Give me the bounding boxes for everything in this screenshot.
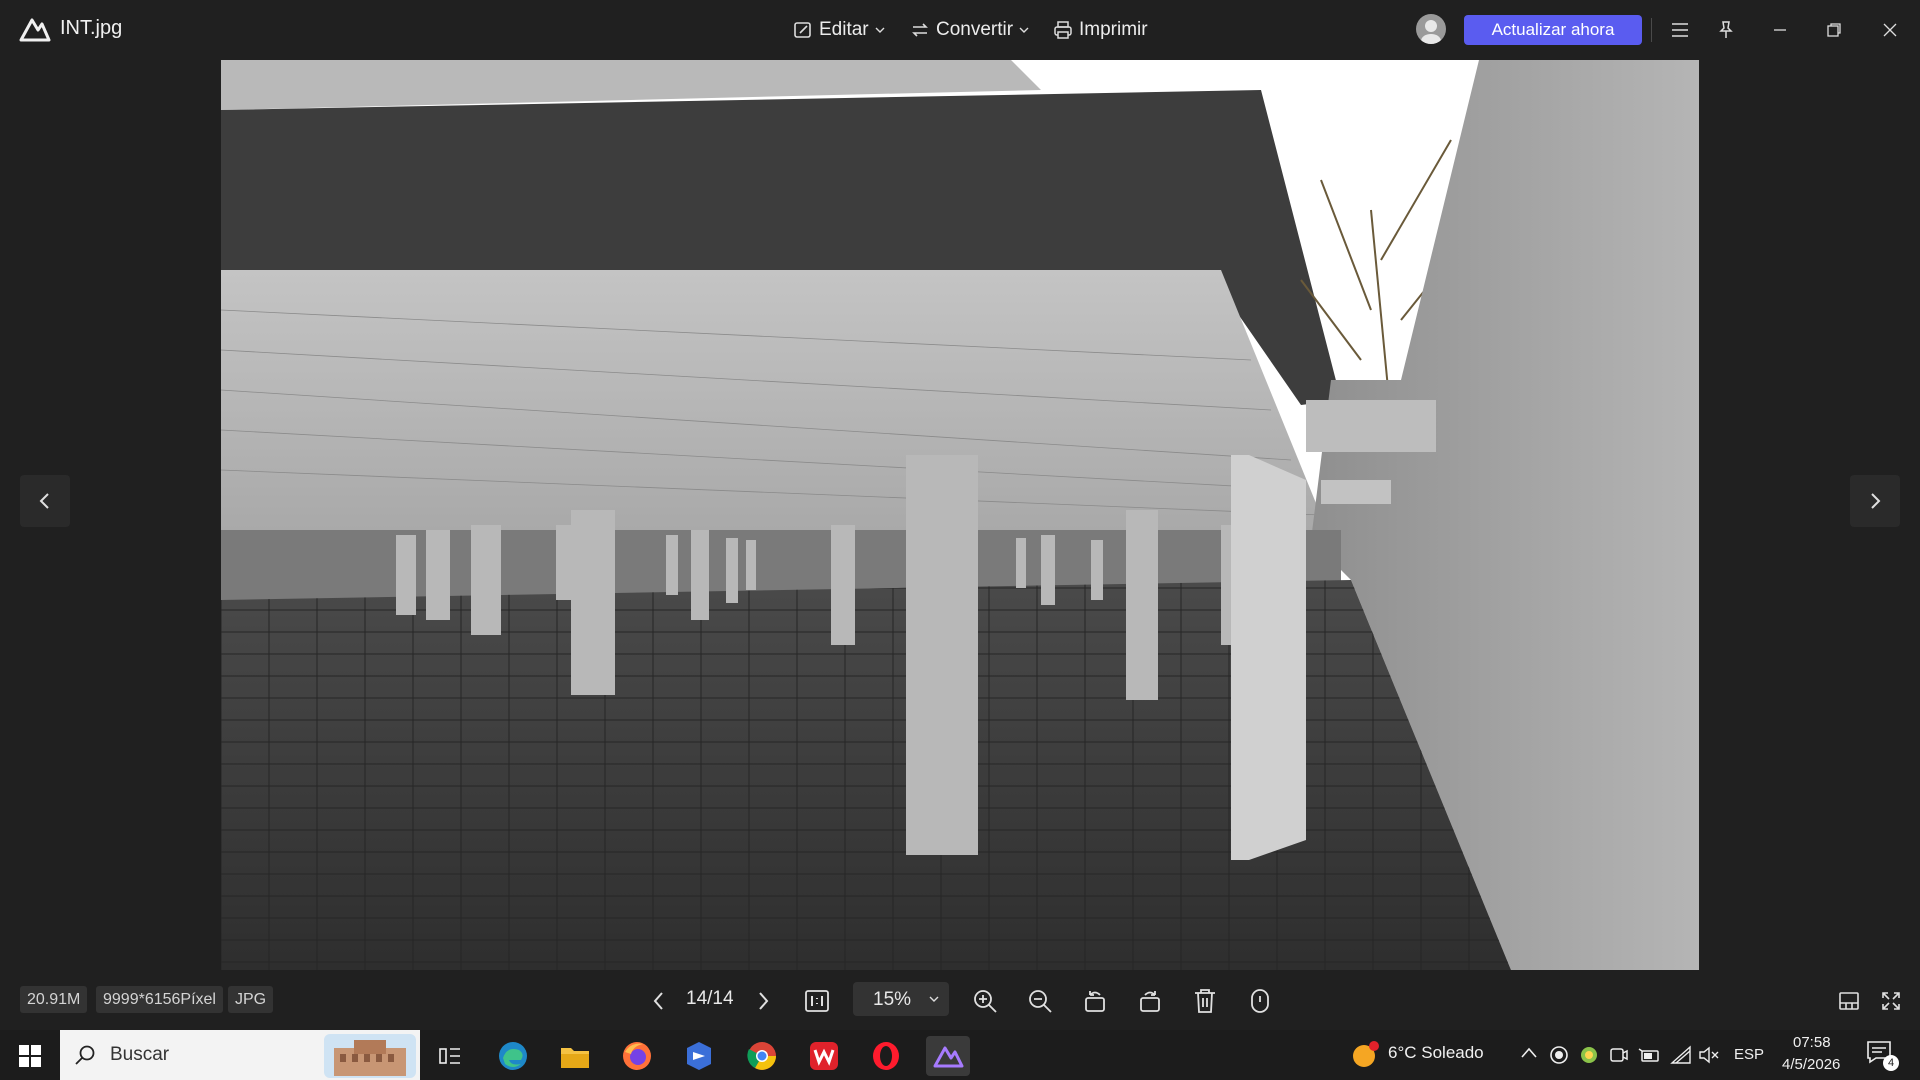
wps-icon (810, 1042, 838, 1070)
opera-icon (873, 1042, 899, 1070)
info-button[interactable] (1245, 986, 1275, 1016)
clock-date[interactable]: 4/5/2026 (1782, 1056, 1840, 1073)
chevron-down-icon (875, 27, 885, 33)
file-explorer-icon (561, 1048, 589, 1068)
notification-count-badge: 4 (1883, 1055, 1899, 1071)
menu-icon[interactable] (1666, 16, 1694, 44)
page-counter: 14/14 (686, 988, 734, 1009)
battery-icon[interactable] (1638, 1045, 1660, 1065)
search-icon (75, 1045, 95, 1065)
start-button[interactable] (8, 1036, 52, 1076)
architectural-render (221, 60, 1699, 970)
app-tray-icon[interactable] (1579, 1045, 1599, 1065)
bottom-toolbar (0, 970, 1920, 1030)
next-page-button[interactable] (748, 986, 778, 1016)
rotate-left-button[interactable] (1080, 986, 1110, 1016)
task-view-button[interactable] (428, 1036, 472, 1076)
weather-text[interactable]: 6°C Soleado (1388, 1043, 1484, 1063)
next-page-icon (759, 992, 769, 1010)
record-icon[interactable] (1549, 1045, 1569, 1065)
actual-size-button[interactable] (802, 986, 832, 1016)
delete-button[interactable] (1190, 986, 1220, 1016)
thumbnail-view-button[interactable] (1834, 986, 1864, 1016)
opera-button[interactable] (864, 1036, 908, 1076)
photo-viewer-button[interactable] (926, 1036, 970, 1076)
title-bar: INT.jpg Editar Convertir Imprimir Actual… (0, 0, 1920, 60)
zoom-in-icon (974, 990, 997, 1013)
prev-image-icon (39, 493, 49, 509)
displayed-image[interactable] (221, 60, 1699, 970)
edge-icon (499, 1042, 527, 1070)
search-highlight-image (324, 1034, 416, 1078)
firefox-button[interactable] (615, 1036, 659, 1076)
photo-viewer-icon (933, 1046, 964, 1068)
file-explorer-button[interactable] (553, 1036, 597, 1076)
info-icon (1251, 989, 1269, 1013)
rotate-right-icon (1140, 991, 1160, 1012)
edit-icon (794, 22, 811, 38)
edit-menu-button[interactable]: Editar (793, 14, 885, 46)
firefox-icon (623, 1042, 651, 1070)
next-image-icon (1871, 493, 1881, 509)
copilot-icon (687, 1042, 711, 1070)
image-format-badge: JPG (228, 986, 274, 1013)
convert-menu-button[interactable]: Convertir (910, 14, 1029, 46)
chrome-button[interactable] (740, 1036, 784, 1076)
wps-button[interactable] (802, 1036, 846, 1076)
file-name: INT.jpg (60, 17, 123, 39)
toolbar-divider (1651, 18, 1652, 42)
zoom-in-button[interactable] (970, 986, 1000, 1016)
print-label: Imprimir (1079, 19, 1148, 40)
next-image-button[interactable] (1850, 475, 1900, 527)
prev-page-button[interactable] (644, 986, 674, 1016)
volume-muted-icon[interactable] (1698, 1045, 1720, 1065)
print-button[interactable]: Imprimir (1053, 14, 1148, 46)
prev-image-button[interactable] (20, 475, 70, 527)
print-icon (1054, 21, 1072, 39)
language-indicator[interactable]: ESP (1734, 1046, 1764, 1063)
image-dimensions-badge: 9999*6156Píxel (96, 986, 223, 1013)
camera-icon[interactable] (1609, 1045, 1629, 1065)
zoom-out-icon (1029, 990, 1052, 1013)
fullscreen-icon (1882, 992, 1900, 1010)
chrome-icon (747, 1042, 776, 1070)
search-placeholder: Buscar (110, 1044, 170, 1065)
upgrade-button[interactable]: Actualizar ahora (1464, 15, 1642, 45)
pin-icon[interactable] (1712, 16, 1740, 44)
chevron-up-icon[interactable] (1520, 1046, 1538, 1060)
avatar-icon[interactable] (1416, 14, 1446, 44)
wifi-icon[interactable] (1670, 1045, 1692, 1065)
convert-menu-label: Convertir (936, 19, 1014, 40)
delete-icon (1195, 989, 1215, 1013)
actual-size-icon (805, 990, 829, 1012)
copilot-button[interactable] (677, 1036, 721, 1076)
edit-menu-label: Editar (819, 19, 869, 40)
close-icon[interactable] (1876, 16, 1904, 44)
zoom-out-button[interactable] (1025, 986, 1055, 1016)
windows-start-icon (19, 1045, 41, 1067)
chevron-down-icon (929, 996, 939, 1002)
edge-button[interactable] (491, 1036, 535, 1076)
minimize-icon[interactable] (1766, 16, 1794, 44)
fullscreen-button[interactable] (1876, 986, 1906, 1016)
rotate-right-button[interactable] (1135, 986, 1165, 1016)
weather-icon (1353, 1041, 1379, 1067)
prev-page-icon (653, 992, 663, 1010)
clock-time[interactable]: 07:58 (1793, 1034, 1831, 1051)
taskbar-search[interactable]: Buscar (60, 1030, 420, 1080)
thumbnail-icon (1839, 992, 1859, 1010)
zoom-value: 15% (873, 989, 912, 1010)
chevron-down-icon (1019, 27, 1029, 33)
convert-icon (912, 23, 928, 37)
app-logo-icon (19, 18, 51, 42)
restore-icon[interactable] (1820, 16, 1848, 44)
file-size-badge: 20.91M (20, 986, 88, 1013)
notifications-button[interactable]: 4 (1866, 1040, 1899, 1072)
task-view-icon (439, 1048, 460, 1064)
zoom-select[interactable]: 15% (853, 982, 949, 1016)
rotate-left-icon (1085, 991, 1105, 1012)
